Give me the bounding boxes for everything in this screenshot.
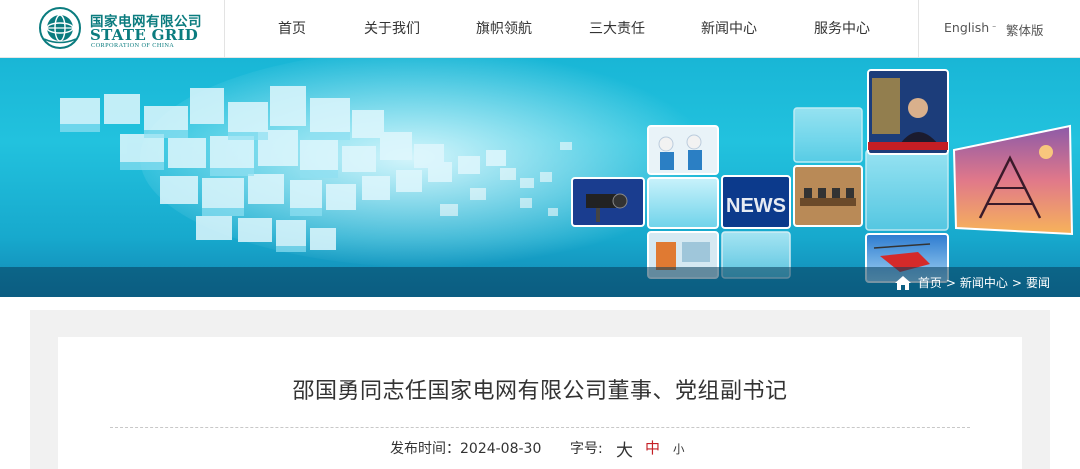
font-size-medium-button[interactable]: 中 xyxy=(645,437,660,458)
lang-traditional-link[interactable]: 繁体版 xyxy=(1006,20,1044,39)
header-divider xyxy=(918,0,919,58)
state-grid-emblem-icon xyxy=(39,7,81,49)
nav-item-service[interactable]: 服务中心 xyxy=(814,18,870,38)
breadcrumb-current[interactable]: 要闻 xyxy=(1026,274,1050,291)
banner-graphic: NEWS xyxy=(60,58,1074,283)
nav-item-responsibility[interactable]: 三大责任 xyxy=(589,18,645,38)
font-size-large-button[interactable]: 大 xyxy=(616,436,633,461)
home-icon[interactable] xyxy=(894,275,912,291)
site-header: 国家电网有限公司 STATE GRID CORPORATION OF CHINA… xyxy=(0,0,1080,58)
font-size-small-button[interactable]: 小 xyxy=(673,441,685,457)
site-logo[interactable]: 国家电网有限公司 STATE GRID CORPORATION OF CHINA xyxy=(38,6,202,52)
article-card: 邵国勇同志任国家电网有限公司董事、党组副书记 发布时间：2024-08-30 字… xyxy=(58,337,1022,469)
publish-label: 发布时间： xyxy=(390,441,460,457)
svg-text:NEWS: NEWS xyxy=(726,195,786,217)
nav-item-flag[interactable]: 旗帜领航 xyxy=(476,18,532,38)
breadcrumb-news[interactable]: 新闻中心 xyxy=(960,274,1008,291)
header-divider xyxy=(224,0,225,58)
nav-item-home[interactable]: 首页 xyxy=(278,18,306,38)
font-size-label: 字号: xyxy=(570,441,603,457)
breadcrumb-separator: > xyxy=(1011,275,1022,290)
breadcrumb-separator: > xyxy=(945,275,956,290)
banner: NEWS 首页 > 新闻中心 > 要闻 xyxy=(0,58,1080,297)
breadcrumb: 首页 > 新闻中心 > 要闻 xyxy=(894,274,1050,291)
article-title: 邵国勇同志任国家电网有限公司董事、党组副书记 xyxy=(292,379,788,404)
publish-info: 发布时间：2024-08-30 xyxy=(390,438,541,458)
breadcrumb-bar: 首页 > 新闻中心 > 要闻 xyxy=(0,267,1080,297)
lang-separator: - xyxy=(992,19,997,33)
breadcrumb-home[interactable]: 首页 xyxy=(918,274,942,291)
logo-subtitle: CORPORATION OF CHINA xyxy=(91,42,175,49)
publish-date: 2024-08-30 xyxy=(460,441,542,457)
title-divider xyxy=(110,427,970,428)
main-nav: 首页 关于我们 旗帜领航 三大责任 新闻中心 服务中心 xyxy=(234,0,918,58)
nav-item-news[interactable]: 新闻中心 xyxy=(701,18,757,38)
nav-item-about[interactable]: 关于我们 xyxy=(364,18,420,38)
lang-english-link[interactable]: English xyxy=(944,20,989,35)
